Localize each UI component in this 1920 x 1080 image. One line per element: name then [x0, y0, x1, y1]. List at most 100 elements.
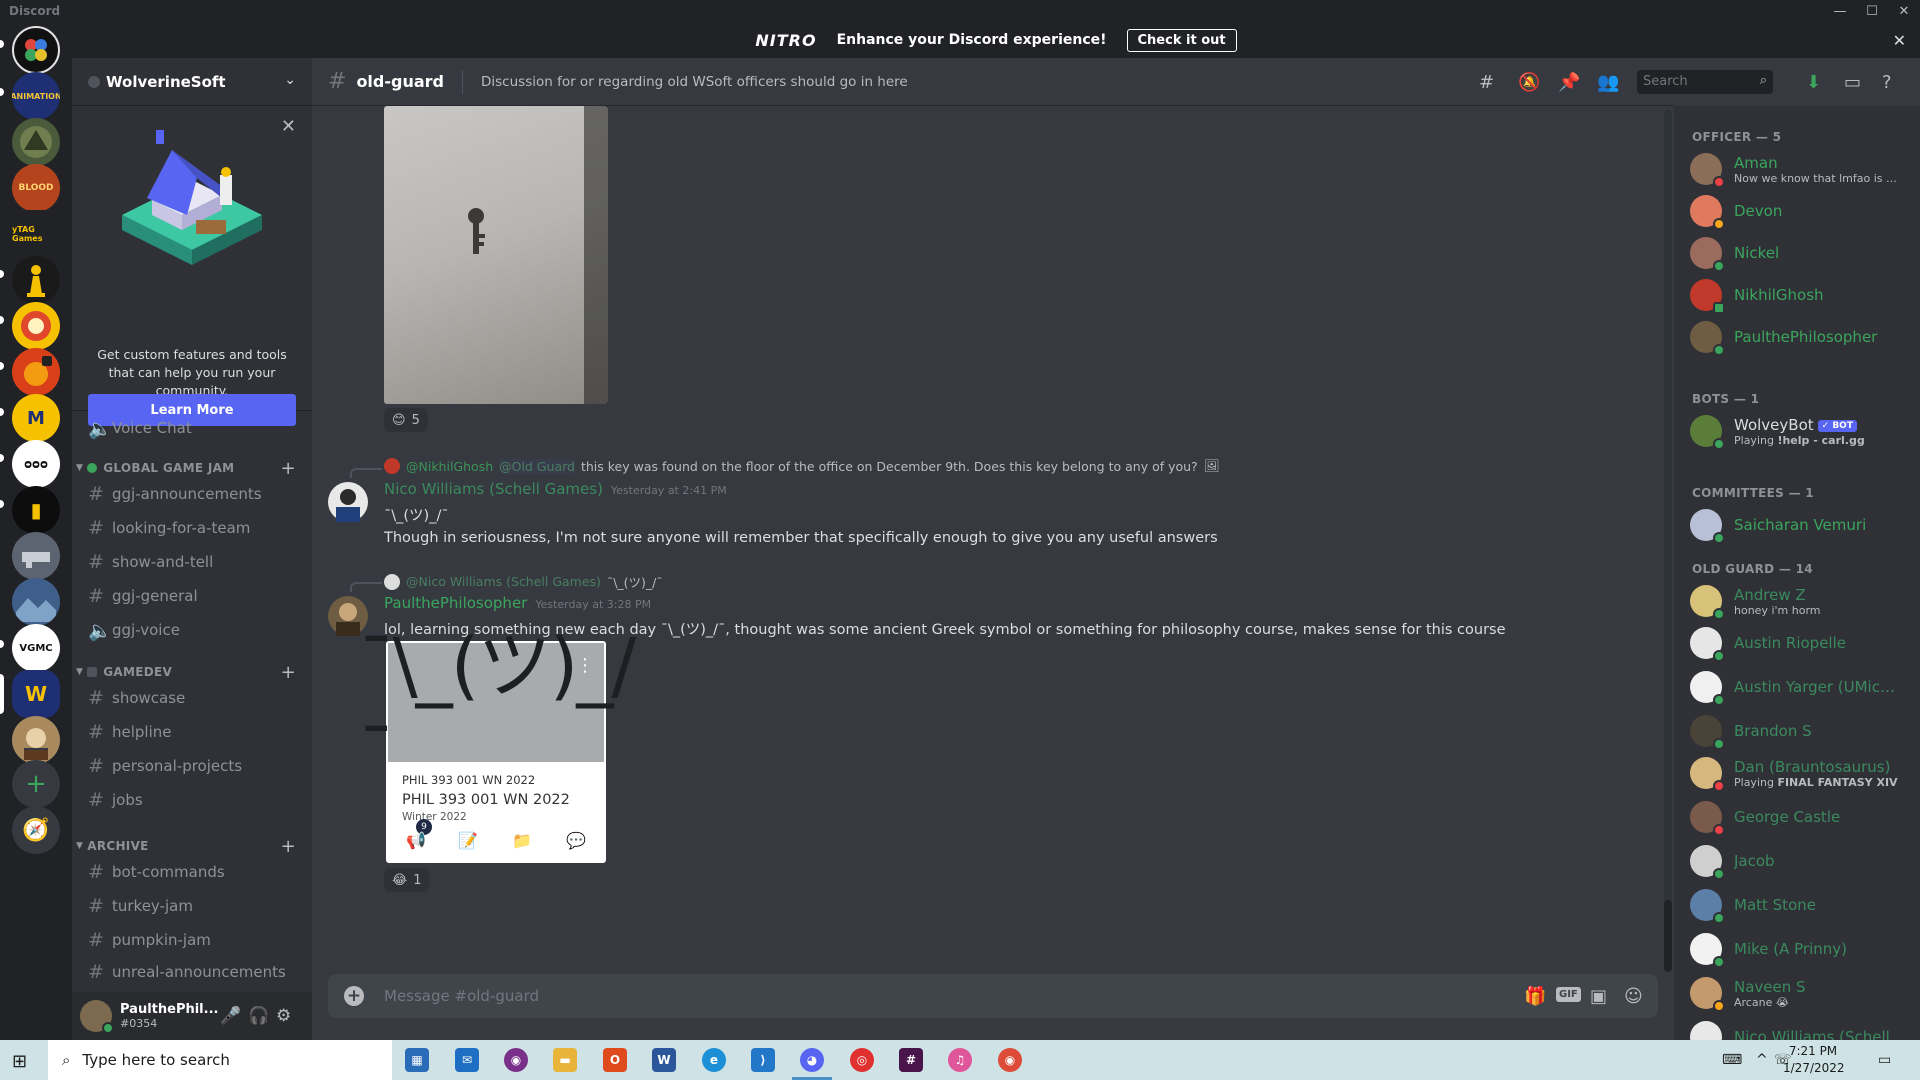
channel-showcase[interactable]: # showcase — [80, 682, 304, 714]
member-nico-williams[interactable]: Nico Williams (Schell — [1682, 1016, 1912, 1040]
member-austin-yarger[interactable]: Austin Yarger (UMich ... — [1682, 666, 1912, 708]
channel-personal-projects[interactable]: # personal-projects — [80, 750, 304, 782]
word-icon[interactable]: W — [652, 1048, 676, 1072]
server-icon[interactable]: yTAG Games — [12, 210, 60, 258]
message-scrollbar[interactable] — [1664, 110, 1672, 972]
message-author[interactable]: Nico Williams (Schell Games) — [384, 480, 603, 498]
pin-icon[interactable]: 📌 — [1558, 72, 1580, 93]
scrollbar-thumb[interactable] — [1664, 900, 1672, 972]
category-gamedev[interactable]: ▼ GAMEDEV + — [72, 662, 312, 683]
nitro-check-it-out-button[interactable]: Check it out — [1126, 28, 1237, 52]
download-icon[interactable]: ⬇ — [1806, 72, 1821, 93]
server-icon[interactable] — [12, 118, 60, 166]
server-icon[interactable] — [12, 26, 60, 74]
announcements-icon[interactable]: 📢 — [406, 831, 426, 850]
server-icon[interactable] — [12, 302, 60, 350]
avatar[interactable] — [328, 482, 368, 522]
server-icon[interactable] — [12, 532, 60, 580]
assignments-icon[interactable]: 📝 — [458, 831, 478, 850]
key-photo-attachment[interactable] — [384, 106, 608, 404]
reaction-button[interactable]: 😂 1 — [384, 868, 430, 892]
notification-bell-muted-icon[interactable]: 🔕 — [1518, 72, 1540, 93]
file-explorer-icon[interactable]: ▬ — [553, 1048, 577, 1072]
channel-helpline[interactable]: # helpline — [80, 716, 304, 748]
chrome-icon[interactable]: ◉ — [998, 1048, 1022, 1072]
channel-ggj-announcements[interactable]: # ggj-announcements — [80, 478, 304, 510]
add-server-button[interactable]: + — [12, 760, 60, 808]
member-mike-a-prinny[interactable]: Mike (A Prinny) — [1682, 928, 1912, 970]
inbox-icon[interactable]: ▭ — [1844, 72, 1861, 93]
emoji-picker-icon[interactable]: ☺ — [1624, 986, 1643, 1007]
edge-browser-icon[interactable]: e — [702, 1048, 726, 1072]
channel-looking-for-a-team[interactable]: # looking-for-a-team — [80, 512, 304, 544]
server-icon[interactable]: BLOOD — [12, 164, 60, 212]
reply-preview[interactable]: @Nico Williams (Schell Games) ¯\_(ツ)_/¯ — [384, 572, 663, 591]
member-aman[interactable]: Aman Now we know that lmfao is wo... — [1682, 148, 1912, 190]
taskbar-search-input[interactable]: ⌕ Type here to search — [48, 1040, 392, 1080]
reply-mention[interactable]: @Nico Williams (Schell Games) — [406, 574, 601, 589]
avatar[interactable] — [80, 1000, 114, 1034]
chevron-down-icon[interactable]: ⌄ — [284, 72, 296, 88]
mute-microphone-icon[interactable]: 🎤 — [220, 1006, 241, 1026]
server-icon[interactable]: ᴑᴑᴑ — [12, 440, 60, 488]
vgmc-server-icon[interactable]: VGMC — [12, 624, 60, 672]
server-icon[interactable]: M — [12, 394, 60, 442]
chevron-up-icon[interactable]: ^ — [1756, 1052, 1768, 1068]
member-dan-brauntosaurus[interactable]: Dan (Brauntosaurus) Playing FINAL FANTAS… — [1682, 752, 1912, 794]
search-input[interactable]: Search ⌕ — [1637, 70, 1773, 94]
reply-preview[interactable]: @NikhilGhosh @Old Guard this key was fou… — [384, 458, 1220, 474]
close-icon[interactable]: ✕ — [281, 116, 296, 137]
member-devon[interactable]: Devon — [1682, 190, 1912, 232]
store-icon[interactable]: ▦ — [405, 1048, 429, 1072]
gear-icon[interactable]: ⚙ — [276, 1006, 291, 1026]
sticker-icon[interactable]: ▣ — [1590, 986, 1607, 1007]
member-list-icon[interactable]: 👥 — [1597, 72, 1619, 93]
category-archive[interactable]: ▼ ARCHIVE + — [72, 836, 312, 857]
vscode-icon[interactable]: ⟩ — [751, 1048, 775, 1072]
add-channel-icon[interactable]: + — [281, 836, 296, 857]
reply-mention[interactable]: @NikhilGhosh — [406, 459, 493, 474]
animation-club-server-icon[interactable]: ANIMATION — [12, 72, 60, 120]
gif-button[interactable]: GIF — [1556, 987, 1581, 1002]
member-nikhilghosh[interactable]: NikhilGhosh — [1682, 274, 1912, 316]
server-icon[interactable]: ▮ — [12, 486, 60, 534]
close-window-button[interactable]: ✕ — [1888, 0, 1920, 22]
close-icon[interactable]: ✕ — [1893, 31, 1906, 50]
member-paulthephilosopher[interactable]: PaulthePhilosopher — [1682, 316, 1912, 358]
channel-show-and-tell[interactable]: # show-and-tell — [80, 546, 304, 578]
add-channel-icon[interactable]: + — [281, 458, 296, 479]
slack-icon[interactable]: # — [899, 1048, 923, 1072]
course-link-embed[interactable]: ¯\_(ツ)_/¯ ⋮ PHIL 393 001 WN 2022 PHIL 39… — [358, 623, 636, 863]
member-andrew-z[interactable]: Andrew Zhoney i'm horm — [1682, 580, 1912, 622]
embed-title[interactable]: PHIL 393 001 WN 2022 — [402, 792, 570, 808]
channel-turkey-jam[interactable]: # turkey-jam — [80, 890, 304, 922]
windows-start-icon[interactable]: ⊞ — [12, 1051, 27, 1072]
chess-server-icon[interactable] — [12, 256, 60, 304]
member-jacob[interactable]: Jacob — [1682, 840, 1912, 882]
keyboard-icon[interactable]: ⌨ — [1722, 1052, 1742, 1068]
member-austin-riopelle[interactable]: Austin Riopelle — [1682, 622, 1912, 664]
office-icon[interactable]: O — [603, 1048, 627, 1072]
role-mention[interactable]: @Old Guard — [499, 458, 575, 474]
message-input[interactable] — [384, 985, 1384, 1007]
channel-pumpkin-jam[interactable]: # pumpkin-jam — [80, 924, 304, 956]
server-header[interactable]: WolverineSoft ⌄ — [72, 58, 312, 106]
podcast-app-icon[interactable]: ◉ — [504, 1048, 528, 1072]
wolverinesoft-server-icon[interactable]: W — [12, 670, 60, 718]
server-icon[interactable] — [12, 716, 60, 764]
headphones-icon[interactable]: 🎧 — [248, 1006, 269, 1026]
voice-channel-voice-chat[interactable]: 🔈 Voice Chat — [80, 412, 304, 444]
add-channel-icon[interactable]: + — [281, 662, 296, 683]
maximize-button[interactable]: ☐ — [1856, 0, 1888, 22]
member-brandon-s[interactable]: Brandon S — [1682, 710, 1912, 752]
explore-servers-icon[interactable]: 🧭 — [12, 806, 60, 854]
category-global-game-jam[interactable]: ▼ GLOBAL GAME JAM + — [72, 458, 312, 479]
threads-icon[interactable]: # — [1479, 72, 1494, 93]
mail-icon[interactable]: ✉ — [455, 1048, 479, 1072]
reaction-button[interactable]: 😊 5 — [384, 408, 428, 432]
channel-ggj-voice[interactable]: 🔈 ggj-voice — [80, 614, 304, 646]
member-matt-stone[interactable]: Matt Stone — [1682, 884, 1912, 926]
channel-unreal-announcements[interactable]: # unreal-announcements — [80, 958, 304, 986]
member-george-castle[interactable]: George Castle — [1682, 796, 1912, 838]
discord-taskbar-icon[interactable]: ◕ — [800, 1048, 824, 1072]
